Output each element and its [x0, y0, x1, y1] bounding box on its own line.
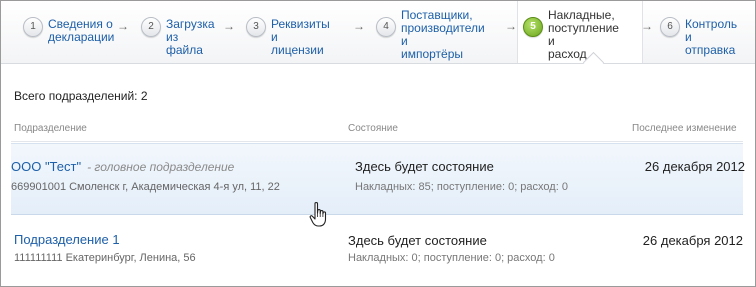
step-label: Сведения о декларации — [48, 17, 115, 44]
division-address: 111111111 Екатеринбург, Ленина, 56 — [14, 252, 196, 264]
step-number-badge: 3 — [246, 17, 266, 37]
step-number-badge: 4 — [376, 17, 396, 37]
step-number-badge: 6 — [660, 17, 680, 37]
step-number-badge: 5 — [523, 17, 543, 37]
division-name-line: Подразделение 1 — [14, 232, 120, 247]
header-divider — [11, 141, 743, 142]
step-label: Загрузка из файла — [166, 17, 215, 57]
column-header-state: Состояние — [348, 123, 398, 134]
divisions-total: Всего подразделений: 2 — [14, 89, 148, 103]
step-arrow-icon: → — [117, 19, 129, 33]
step-arrow-icon: → — [353, 19, 365, 33]
division-counts: Накладных: 85; поступление: 0; расход: 0 — [355, 181, 568, 193]
division-name-line: ООО "Тест" - головное подразделение — [11, 159, 234, 174]
division-state: Здесь будет состояние — [348, 233, 487, 248]
table-row[interactable]: Подразделение 1 111111111 Екатеринбург, … — [11, 223, 743, 279]
step-label: Контроль и отправка — [685, 17, 738, 57]
column-header-last-change: Последнее изменение — [632, 123, 737, 134]
division-last-change: 26 декабря 2012 — [644, 159, 745, 174]
step-label: Накладные, поступление и расход — [548, 8, 619, 61]
step-label: Реквизиты и лицензии — [271, 17, 330, 57]
division-link[interactable]: ООО "Тест" — [11, 159, 81, 174]
division-counts: Накладных: 0; поступление: 0; расход: 0 — [348, 252, 555, 264]
step-arrow-icon: → — [505, 19, 517, 33]
division-last-change: 26 декабря 2012 — [642, 233, 743, 248]
step-number-badge: 2 — [141, 17, 161, 37]
step-label: Поставщики, производители и импортёры — [401, 8, 485, 61]
column-header-division: Подразделение — [14, 123, 87, 134]
step-arrow-icon: → — [223, 19, 235, 33]
division-state: Здесь будет состояние — [355, 159, 494, 174]
division-link[interactable]: Подразделение 1 — [14, 232, 120, 247]
wizard-stepper: 1 Сведения о декларации → 2 Загрузка из … — [1, 1, 755, 64]
hand-pointer-icon — [309, 201, 327, 227]
division-suffix: - головное подразделение — [87, 160, 235, 174]
window-frame: 1 Сведения о декларации → 2 Загрузка из … — [0, 0, 756, 287]
division-address: 669901001 Смоленск г, Академическая 4-я … — [11, 181, 280, 193]
step-number-badge: 1 — [23, 17, 43, 37]
table-row[interactable]: ООО "Тест" - головное подразделение 66990… — [11, 143, 745, 215]
step-arrow-icon: → — [641, 19, 653, 33]
